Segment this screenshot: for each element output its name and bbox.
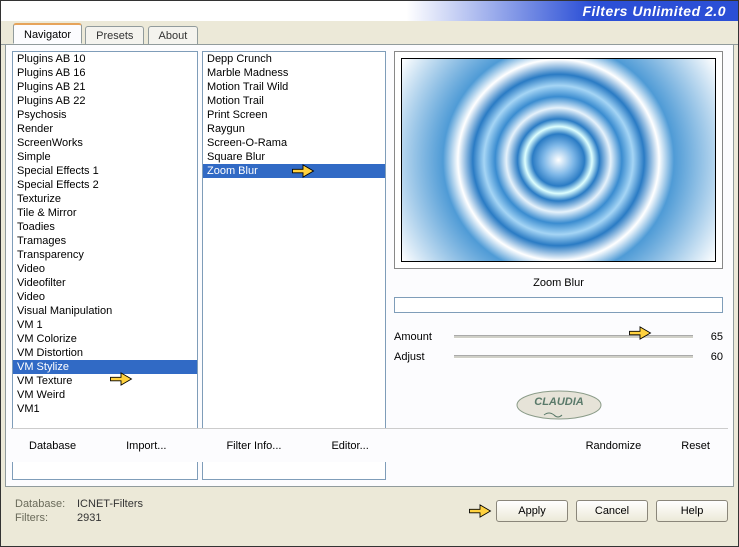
status-db-label: Database:: [15, 497, 77, 511]
tab-row: Navigator Presets About: [1, 23, 738, 45]
title-bar: Filters Unlimited 2.0: [1, 1, 738, 21]
list-item[interactable]: Tramages: [13, 234, 197, 248]
list-item[interactable]: VM Weird: [13, 388, 197, 402]
list-item[interactable]: Psychosis: [13, 108, 197, 122]
status-count-label: Filters:: [15, 511, 77, 525]
list-item[interactable]: Plugins AB 16: [13, 66, 197, 80]
list-item[interactable]: Video: [13, 262, 197, 276]
list-item[interactable]: Motion Trail: [203, 94, 385, 108]
list-item[interactable]: Simple: [13, 150, 197, 164]
toolbar: Database Import... Filter Info... Editor…: [11, 428, 728, 462]
adjust-track[interactable]: [454, 354, 693, 360]
list-item[interactable]: Visual Manipulation: [13, 304, 197, 318]
list-item[interactable]: Special Effects 2: [13, 178, 197, 192]
preview-title: Zoom Blur: [394, 275, 723, 291]
tab-about[interactable]: About: [148, 26, 199, 44]
list-item[interactable]: Plugins AB 21: [13, 80, 197, 94]
status-text: Database:ICNET-Filters Filters:2931: [15, 497, 143, 525]
tab-presets[interactable]: Presets: [85, 26, 144, 44]
preview-image: [401, 58, 716, 262]
logo: CLAUDIA: [394, 385, 723, 428]
list-item[interactable]: VM1: [13, 402, 197, 416]
list-item[interactable]: Square Blur: [203, 150, 385, 164]
app-title: Filters Unlimited 2.0: [582, 3, 726, 19]
amount-value: 65: [693, 331, 723, 343]
adjust-value: 60: [693, 351, 723, 363]
preview-panel: Zoom Blur Amount 65 Adjust 60 CLAUDIA: [390, 51, 727, 480]
database-button[interactable]: Database: [19, 436, 86, 456]
list-item[interactable]: ScreenWorks: [13, 136, 197, 150]
list-item[interactable]: Print Screen: [203, 108, 385, 122]
slider-amount[interactable]: Amount 65: [394, 327, 723, 347]
list-item[interactable]: Texturize: [13, 192, 197, 206]
editor-button[interactable]: Editor...: [321, 436, 378, 456]
list-item[interactable]: Toadies: [13, 220, 197, 234]
list-item[interactable]: Zoom Blur: [203, 164, 385, 178]
reset-button[interactable]: Reset: [671, 436, 720, 456]
preview-box: [394, 51, 723, 269]
tab-navigator[interactable]: Navigator: [13, 23, 82, 44]
list-item[interactable]: Render: [13, 122, 197, 136]
help-button[interactable]: Help: [656, 500, 728, 522]
list-item[interactable]: VM Colorize: [13, 332, 197, 346]
sliders: Amount 65 Adjust 60: [394, 327, 723, 367]
list-item[interactable]: Screen-O-Rama: [203, 136, 385, 150]
amount-track[interactable]: [454, 334, 693, 340]
list-item[interactable]: VM Texture: [13, 374, 197, 388]
list-item[interactable]: VM Distortion: [13, 346, 197, 360]
filter-list[interactable]: Depp CrunchMarble MadnessMotion Trail Wi…: [202, 51, 386, 480]
list-item[interactable]: Plugins AB 10: [13, 52, 197, 66]
bottom-bar: Database:ICNET-Filters Filters:2931 Appl…: [1, 487, 738, 525]
list-item[interactable]: Transparency: [13, 248, 197, 262]
category-list[interactable]: Plugins AB 10Plugins AB 16Plugins AB 21P…: [12, 51, 198, 480]
list-item[interactable]: VM 1: [13, 318, 197, 332]
adjust-label: Adjust: [394, 351, 454, 363]
list-item[interactable]: Plugins AB 22: [13, 94, 197, 108]
list-item[interactable]: Raygun: [203, 122, 385, 136]
list-item[interactable]: Marble Madness: [203, 66, 385, 80]
randomize-button[interactable]: Randomize: [576, 436, 652, 456]
list-item[interactable]: VM Stylize: [13, 360, 197, 374]
cancel-button[interactable]: Cancel: [576, 500, 648, 522]
svg-text:CLAUDIA: CLAUDIA: [534, 396, 584, 408]
list-item[interactable]: Motion Trail Wild: [203, 80, 385, 94]
status-db-value: ICNET-Filters: [77, 498, 143, 510]
import-button[interactable]: Import...: [116, 436, 176, 456]
list-item[interactable]: Video: [13, 290, 197, 304]
slider-adjust[interactable]: Adjust 60: [394, 347, 723, 367]
apply-button[interactable]: Apply: [496, 500, 568, 522]
main-panel: Plugins AB 10Plugins AB 16Plugins AB 21P…: [5, 45, 734, 487]
progress-bar: [394, 297, 723, 313]
amount-label: Amount: [394, 331, 454, 343]
dialog-buttons: Apply Cancel Help: [496, 500, 728, 522]
status-count-value: 2931: [77, 512, 101, 524]
list-item[interactable]: Depp Crunch: [203, 52, 385, 66]
filterinfo-button[interactable]: Filter Info...: [216, 436, 291, 456]
list-item[interactable]: Special Effects 1: [13, 164, 197, 178]
list-item[interactable]: Tile & Mirror: [13, 206, 197, 220]
pointer-hand-icon: [466, 500, 494, 522]
list-item[interactable]: Videofilter: [13, 276, 197, 290]
